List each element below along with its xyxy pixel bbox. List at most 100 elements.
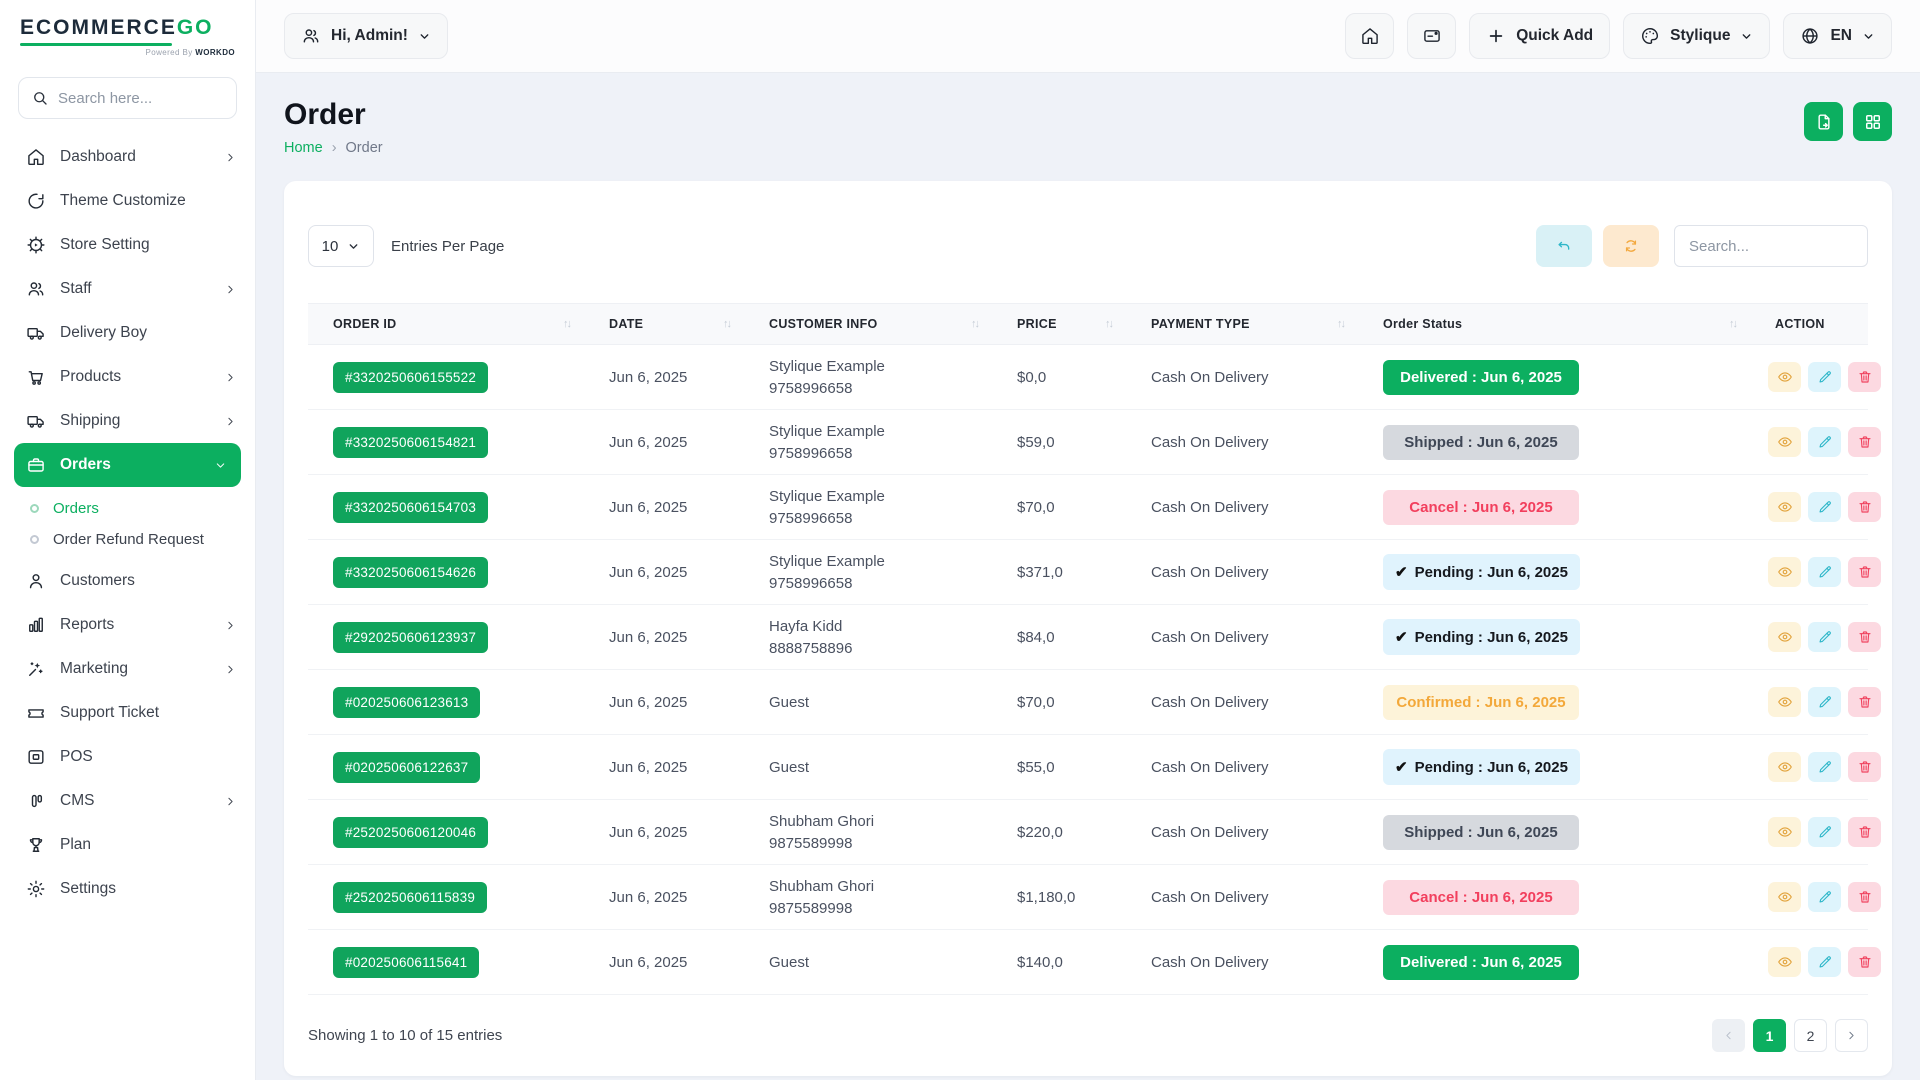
sidebar-subitem-order-refund-request[interactable]: Order Refund Request	[0, 524, 255, 555]
breadcrumb-home-link[interactable]: Home	[284, 140, 323, 156]
column-header-payment-type[interactable]: PAYMENT TYPE↑↓	[1126, 317, 1358, 331]
edit-button[interactable]	[1808, 752, 1841, 782]
column-header-customer-info[interactable]: CUSTOMER INFO↑↓	[744, 317, 992, 331]
column-header-order-id[interactable]: ORDER ID↑↓	[308, 317, 584, 331]
pagination-next-button[interactable]	[1835, 1019, 1868, 1052]
delete-button[interactable]	[1848, 557, 1881, 587]
delete-button[interactable]	[1848, 817, 1881, 847]
order-id-badge[interactable]: #020250606115641	[333, 947, 479, 978]
view-button[interactable]	[1768, 687, 1801, 717]
sidebar-item-staff[interactable]: Staff	[0, 267, 255, 311]
sidebar-item-pos[interactable]: POS	[0, 735, 255, 779]
sort-arrows-icon[interactable]: ↑↓	[971, 318, 978, 330]
brand-underline	[20, 43, 172, 46]
pagination-page-1[interactable]: 1	[1753, 1019, 1786, 1052]
quick-add-button[interactable]: Quick Add	[1469, 13, 1610, 59]
email-templates-button[interactable]	[1407, 13, 1456, 59]
sidebar-item-orders[interactable]: Orders	[14, 443, 241, 487]
column-header-price[interactable]: PRICE↑↓	[992, 317, 1126, 331]
view-button[interactable]	[1768, 882, 1801, 912]
pagination-page-2[interactable]: 2	[1794, 1019, 1827, 1052]
view-button[interactable]	[1768, 817, 1801, 847]
sidebar-search-input[interactable]	[58, 90, 224, 107]
chevron-right-icon	[1845, 1029, 1858, 1042]
entries-per-page-select[interactable]: 10	[308, 225, 374, 267]
edit-button[interactable]	[1808, 947, 1841, 977]
bar-chart-icon	[26, 615, 46, 635]
order-id-badge[interactable]: #3320250606154703	[333, 492, 488, 523]
delete-button[interactable]	[1848, 752, 1881, 782]
delete-button[interactable]	[1848, 362, 1881, 392]
sort-arrows-icon[interactable]: ↑↓	[1729, 318, 1736, 330]
refresh-button[interactable]	[1603, 225, 1659, 267]
view-button[interactable]	[1768, 362, 1801, 392]
view-button[interactable]	[1768, 557, 1801, 587]
view-button[interactable]	[1768, 622, 1801, 652]
column-header-date[interactable]: DATE↑↓	[584, 317, 744, 331]
brand-logo[interactable]: ECOMMERCEGO Powered By WORKDO	[0, 0, 255, 65]
language-select-button[interactable]: EN	[1783, 13, 1892, 59]
order-id-badge[interactable]: #020250606122637	[333, 752, 480, 783]
order-date: Jun 6, 2025	[584, 422, 744, 463]
edit-button[interactable]	[1808, 492, 1841, 522]
order-id-badge[interactable]: #3320250606155522	[333, 362, 488, 393]
sidebar-item-dashboard[interactable]: Dashboard	[0, 135, 255, 179]
edit-button[interactable]	[1808, 817, 1841, 847]
order-id-badge[interactable]: #3320250606154626	[333, 557, 488, 588]
delete-button[interactable]	[1848, 947, 1881, 977]
column-header-order-status[interactable]: Order Status↑↓	[1358, 317, 1750, 331]
sidebar-subitem-orders[interactable]: Orders	[0, 493, 255, 524]
grid-view-button[interactable]	[1853, 102, 1892, 141]
view-button[interactable]	[1768, 752, 1801, 782]
table-search-input[interactable]	[1674, 225, 1868, 267]
sidebar-item-products[interactable]: Products	[0, 355, 255, 399]
customer-info: Guest	[744, 942, 992, 983]
edit-button[interactable]	[1808, 427, 1841, 457]
sidebar-item-label: Orders	[60, 456, 200, 474]
view-button[interactable]	[1768, 947, 1801, 977]
edit-button[interactable]	[1808, 622, 1841, 652]
view-button[interactable]	[1768, 492, 1801, 522]
order-date: Jun 6, 2025	[584, 617, 744, 658]
delete-button[interactable]	[1848, 882, 1881, 912]
sidebar-item-customers[interactable]: Customers	[0, 559, 255, 603]
delete-button[interactable]	[1848, 687, 1881, 717]
order-id-badge[interactable]: #020250606123613	[333, 687, 480, 718]
sidebar-item-reports[interactable]: Reports	[0, 603, 255, 647]
sidebar-item-shipping[interactable]: Shipping	[0, 399, 255, 443]
sort-arrows-icon[interactable]: ↑↓	[723, 318, 730, 330]
order-id-badge[interactable]: #3320250606154821	[333, 427, 488, 458]
orders-card: 10 Entries Per Page ORDER ID↑↓DATE↑↓CUST…	[284, 181, 1892, 1076]
sort-arrows-icon[interactable]: ↑↓	[1105, 318, 1112, 330]
sort-arrows-icon[interactable]: ↑↓	[563, 318, 570, 330]
sidebar-item-theme-customize[interactable]: Theme Customize	[0, 179, 255, 223]
edit-button[interactable]	[1808, 882, 1841, 912]
edit-button[interactable]	[1808, 687, 1841, 717]
sidebar-item-store-setting[interactable]: Store Setting	[0, 223, 255, 267]
undo-button[interactable]	[1536, 225, 1592, 267]
sidebar-item-delivery-boy[interactable]: Delivery Boy	[0, 311, 255, 355]
sidebar-item-plan[interactable]: Plan	[0, 823, 255, 867]
sidebar-search[interactable]	[18, 77, 237, 119]
sidebar-item-support-ticket[interactable]: Support Ticket	[0, 691, 255, 735]
sidebar-item-label: POS	[60, 748, 237, 766]
order-id-badge[interactable]: #2520250606115839	[333, 882, 487, 913]
sidebar-item-marketing[interactable]: Marketing	[0, 647, 255, 691]
sidebar-item-settings[interactable]: Settings	[0, 867, 255, 911]
order-id-badge[interactable]: #2520250606120046	[333, 817, 488, 848]
storefront-button[interactable]	[1345, 13, 1394, 59]
export-button[interactable]	[1804, 102, 1843, 141]
delete-button[interactable]	[1848, 622, 1881, 652]
pagination-prev-button[interactable]	[1712, 1019, 1745, 1052]
theme-select-button[interactable]: Stylique	[1623, 13, 1770, 59]
admin-menu-button[interactable]: Hi, Admin!	[284, 13, 448, 59]
sort-arrows-icon[interactable]: ↑↓	[1337, 318, 1344, 330]
sidebar-item-cms[interactable]: CMS	[0, 779, 255, 823]
view-button[interactable]	[1768, 427, 1801, 457]
edit-button[interactable]	[1808, 362, 1841, 392]
edit-button[interactable]	[1808, 557, 1841, 587]
delete-button[interactable]	[1848, 427, 1881, 457]
shipping-truck-icon	[26, 411, 46, 431]
delete-button[interactable]	[1848, 492, 1881, 522]
order-id-badge[interactable]: #2920250606123937	[333, 622, 488, 653]
